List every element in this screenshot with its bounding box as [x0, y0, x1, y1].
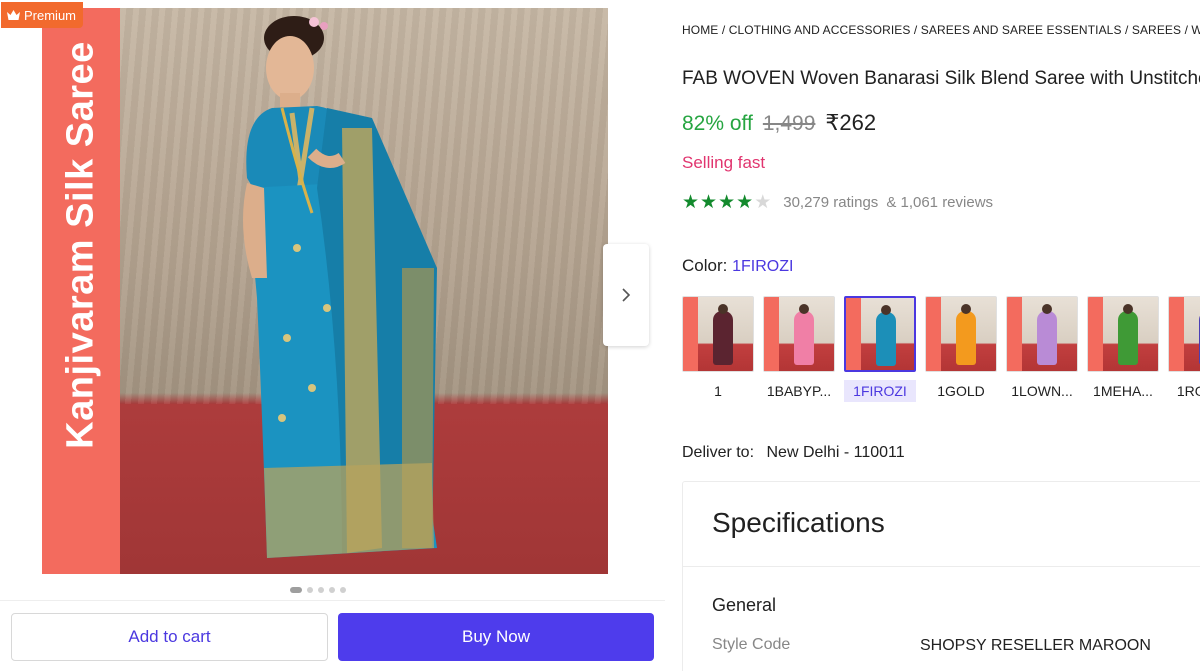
swatch-thumbnail	[763, 296, 835, 372]
delivery-address: New Delhi - 110011	[766, 444, 905, 461]
color-swatch[interactable]: 1GOLD	[925, 296, 997, 402]
star-rating: ★ ★ ★ ★ ★	[682, 193, 771, 212]
carousel-dot[interactable]	[340, 587, 346, 593]
divider	[683, 566, 1200, 567]
color-swatch[interactable]: 1FIROZI	[844, 296, 916, 402]
swatch-label: 1FIROZI	[844, 380, 916, 402]
action-bar: Add to cart Buy Now	[0, 600, 665, 671]
swatch-thumbnail	[1087, 296, 1159, 372]
swatch-thumbnail	[1168, 296, 1200, 372]
color-swatch[interactable]: 1	[682, 296, 754, 402]
carousel-dot[interactable]	[329, 587, 335, 593]
star-empty-icon: ★	[754, 192, 772, 213]
product-image[interactable]: Kanjivaram Silk Saree	[42, 8, 608, 574]
carousel-dot[interactable]	[318, 587, 324, 593]
star-filled-icon: ★	[736, 192, 754, 213]
swatch-label: 1ROYAL	[1176, 383, 1200, 399]
ratings-count: 30,279 ratings	[783, 194, 879, 211]
color-swatch[interactable]: 1LOWN...	[1006, 296, 1078, 402]
carousel-dot[interactable]	[307, 587, 313, 593]
color-label: Color:	[682, 256, 728, 275]
model-figure	[243, 16, 437, 558]
swatch-thumbnail	[1006, 296, 1078, 372]
breadcrumb[interactable]: HOME / CLOTHING AND ACCESSORIES / SAREES…	[682, 23, 1200, 37]
carousel-dots	[290, 587, 346, 593]
spec-key: Style Code	[712, 636, 791, 653]
specifications-title: Specifications	[712, 507, 885, 538]
swatch-label: 1GOLD	[937, 383, 985, 399]
buy-now-button[interactable]: Buy Now	[338, 613, 654, 661]
swatch-label: 1	[714, 383, 722, 399]
urgency-label: Selling fast	[682, 153, 766, 172]
color-swatch[interactable]: 1BABYP...	[763, 296, 835, 402]
color-swatch[interactable]: 1MEHA...	[1087, 296, 1159, 402]
selected-color: 1FIROZI	[732, 258, 794, 275]
deliver-label: Deliver to:	[682, 444, 755, 461]
discount-percent: 82% off	[682, 112, 753, 135]
product-gallery: Premium Kanjivaram Silk Saree Add to car…	[0, 0, 665, 671]
spec-value: SHOPSY RESELLER MAROON	[920, 637, 1151, 654]
selling-price: ₹262	[825, 110, 877, 135]
premium-badge: Premium	[1, 2, 84, 28]
star-filled-icon: ★	[718, 192, 736, 213]
rating-summary[interactable]: ★ ★ ★ ★ ★ 30,279 ratings & 1,061 reviews	[682, 193, 993, 212]
swatch-label: 1MEHA...	[1093, 383, 1153, 399]
crown-icon	[7, 9, 20, 20]
star-filled-icon: ★	[700, 192, 718, 213]
product-title: FAB WOVEN Woven Banarasi Silk Blend Sare…	[682, 68, 1200, 89]
next-image-button[interactable]	[603, 244, 649, 346]
reviews-count: & 1,061 reviews	[886, 194, 994, 211]
product-details: HOME / CLOTHING AND ACCESSORIES / SAREES…	[682, 0, 1200, 671]
add-to-cart-button[interactable]: Add to cart	[11, 613, 328, 661]
spec-section-title: General	[712, 595, 777, 615]
delivery-location[interactable]: Deliver to: New Delhi - 110011	[682, 444, 905, 462]
premium-label: Premium	[24, 7, 77, 23]
price-row: 82% off 1,499 ₹262	[682, 110, 876, 136]
swatch-label: 1BABYP...	[766, 383, 832, 399]
swatch-thumbnail	[844, 296, 916, 372]
swatch-label: 1LOWN...	[1011, 383, 1073, 399]
carousel-dot[interactable]	[290, 587, 302, 593]
star-filled-icon: ★	[682, 192, 700, 213]
swatch-thumbnail	[682, 296, 754, 372]
color-swatch[interactable]: 1ROYAL	[1168, 296, 1200, 402]
color-selector-label: Color: 1FIROZI	[682, 256, 793, 276]
specifications-panel: Specifications General Style Code SHOPSY…	[682, 481, 1200, 671]
chevron-right-icon	[622, 288, 631, 302]
swatch-thumbnail	[925, 296, 997, 372]
original-price: 1,499	[762, 112, 816, 135]
